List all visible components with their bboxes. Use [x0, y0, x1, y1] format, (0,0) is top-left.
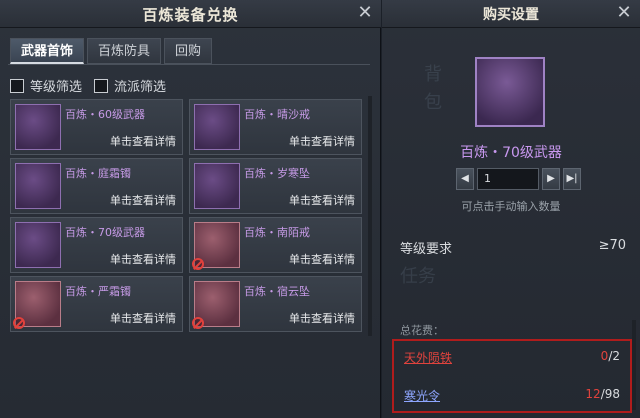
close-icon[interactable]: ✕	[355, 3, 375, 23]
requirement-value: ≥70	[598, 238, 626, 253]
material-link[interactable]: 寒光令	[404, 387, 440, 404]
material-count: 0/2	[601, 349, 620, 363]
background-glyph: 背	[424, 64, 442, 85]
cost-row: 寒光令 12/98	[404, 387, 620, 407]
material-required: /98	[600, 387, 620, 401]
school-filter-checkbox[interactable]	[94, 78, 109, 93]
item-name: 百炼・70级武器	[65, 226, 145, 239]
tab-weapons-accessories[interactable]: 武器首饰	[10, 38, 85, 64]
selected-item-name: 百炼・70级武器	[460, 145, 562, 161]
item-name: 百炼・南陌戒	[244, 226, 310, 239]
background-glyph: 任务	[400, 266, 436, 287]
item-name: 百炼・岁寒坠	[244, 167, 310, 180]
purchase-panel: 购买设置 ✕ 背 包 任务 百炼・70级武器 ◀ 1 ▶ ▶| 可点击手动输入数…	[382, 0, 640, 418]
item-card[interactable]: 百炼・70级武器 单击查看详情	[10, 217, 183, 273]
total-cost-label: 总花费：	[400, 324, 444, 337]
view-details-link[interactable]: 单击查看详情	[289, 192, 355, 208]
school-filter-label: 流派筛选	[114, 80, 167, 95]
level-filter[interactable]: 等级筛选	[10, 76, 82, 95]
school-filter[interactable]: 流派筛选	[94, 76, 166, 95]
ring-icon	[194, 104, 240, 150]
exchange-panel: 百炼装备兑换 ✕ 武器首饰 百炼防具 回购 等级筛选 流派筛选 百炼・60级武器…	[0, 0, 381, 418]
material-owned: 12	[585, 387, 601, 401]
bracelet-icon	[15, 163, 61, 209]
weapon-icon	[15, 222, 61, 268]
background-glyph: 包	[424, 92, 442, 113]
purchase-titlebar: 购买设置 ✕	[382, 0, 640, 28]
exchange-titlebar: 百炼装备兑换 ✕	[0, 0, 381, 28]
cost-highlight-box: 天外陨铁 0/2 寒光令 12/98	[392, 339, 632, 413]
item-name: 百炼・庭霜镯	[65, 167, 131, 180]
close-icon[interactable]: ✕	[614, 3, 634, 23]
level-filter-label: 等级筛选	[30, 80, 83, 95]
max-button[interactable]: ▶|	[563, 168, 581, 190]
weapon-icon	[15, 104, 61, 150]
material-count: 12/98	[585, 387, 620, 401]
quantity-stepper: ◀ 1 ▶ ▶|	[456, 168, 581, 190]
item-card[interactable]: 百炼・庭霜镯 单击查看详情	[10, 158, 183, 214]
locked-icon	[192, 317, 204, 329]
increase-button[interactable]: ▶	[542, 168, 560, 190]
item-card[interactable]: 百炼・晴沙戒 单击查看详情	[189, 99, 362, 155]
cost-scrollbar[interactable]	[632, 320, 636, 410]
quantity-input[interactable]: 1	[477, 168, 539, 190]
requirement-label: 等级要求	[400, 242, 453, 257]
view-details-link[interactable]: 单击查看详情	[289, 133, 355, 149]
view-details-link[interactable]: 单击查看详情	[110, 251, 176, 267]
item-card[interactable]: 百炼・岁寒坠 单击查看详情	[189, 158, 362, 214]
item-name: 百炼・宿云坠	[244, 285, 310, 298]
locked-icon	[13, 317, 25, 329]
item-card[interactable]: 百炼・南陌戒 单击查看详情	[189, 217, 362, 273]
selected-weapon-icon	[475, 57, 545, 127]
item-card[interactable]: 百炼・60级武器 单击查看详情	[10, 99, 183, 155]
view-details-link[interactable]: 单击查看详情	[110, 192, 176, 208]
item-list-scrollbar[interactable]	[368, 96, 372, 336]
exchange-title: 百炼装备兑换	[142, 6, 239, 24]
purchase-title: 购买设置	[483, 7, 539, 23]
tab-armor[interactable]: 百炼防具	[87, 38, 162, 64]
item-card[interactable]: 百炼・严霜镯 单击查看详情	[10, 276, 183, 332]
item-name: 百炼・晴沙戒	[244, 108, 310, 121]
filter-bar: 等级筛选 流派筛选	[10, 76, 166, 95]
category-tabs: 武器首饰 百炼防具 回购	[10, 38, 213, 64]
view-details-link[interactable]: 单击查看详情	[289, 251, 355, 267]
material-required: /2	[608, 349, 620, 363]
view-details-link[interactable]: 单击查看详情	[289, 310, 355, 326]
tab-buyback[interactable]: 回购	[164, 38, 213, 64]
view-details-link[interactable]: 单击查看详情	[110, 133, 176, 149]
item-name: 百炼・严霜镯	[65, 285, 131, 298]
view-details-link[interactable]: 单击查看详情	[110, 310, 176, 326]
cost-row: 天外陨铁 0/2	[404, 349, 620, 369]
item-card[interactable]: 百炼・宿云坠 单击查看详情	[189, 276, 362, 332]
material-link[interactable]: 天外陨铁	[404, 349, 452, 366]
item-name: 百炼・60级武器	[65, 108, 145, 121]
locked-icon	[192, 258, 204, 270]
level-filter-checkbox[interactable]	[10, 78, 24, 93]
quantity-hint: 可点击手动输入数量	[461, 200, 561, 213]
pendant-icon	[194, 163, 240, 209]
decrease-button[interactable]: ◀	[456, 168, 474, 190]
tab-divider	[8, 64, 370, 65]
